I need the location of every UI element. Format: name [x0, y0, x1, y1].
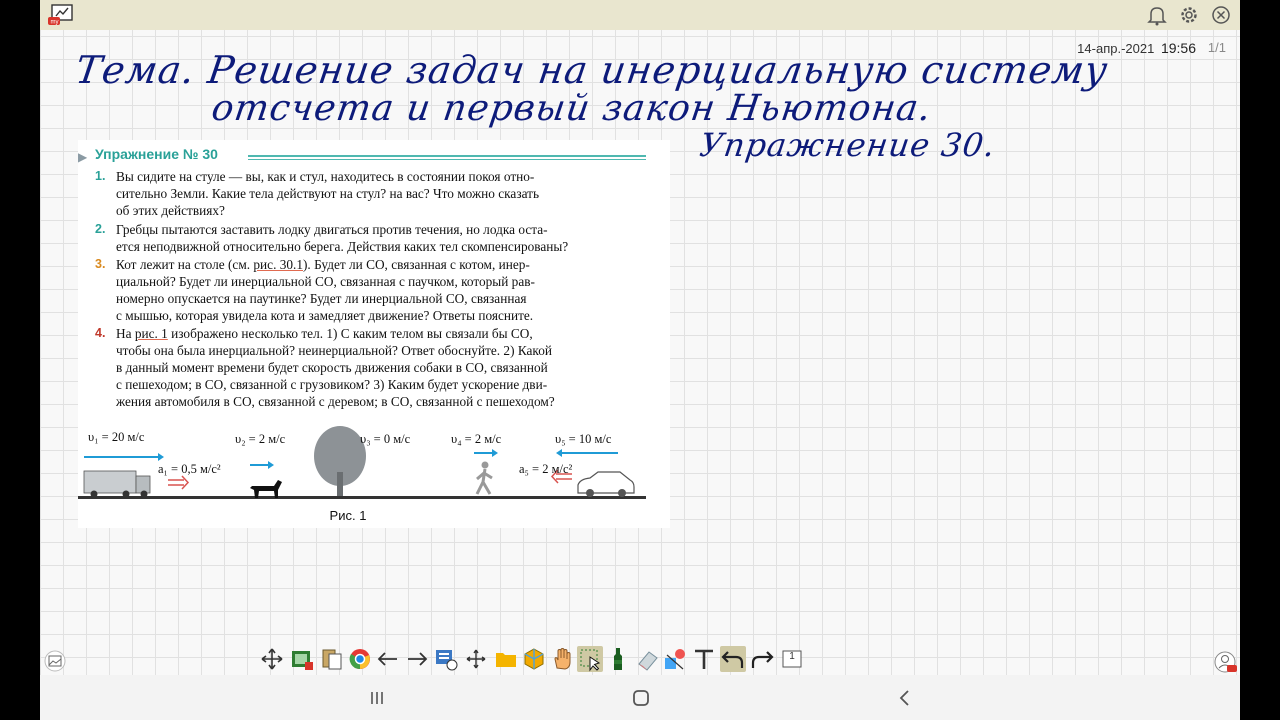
browser-icon[interactable] [347, 646, 373, 672]
svg-text:my: my [51, 20, 59, 26]
exercise-header: ▶ Упражнение № 30 [78, 146, 670, 168]
page-icon[interactable]: 1 [779, 646, 805, 672]
truck-icon [83, 470, 151, 498]
bell-icon[interactable] [1146, 4, 1168, 26]
3d-box-icon[interactable] [521, 646, 547, 672]
figure-link[interactable]: рис. 30.1 [253, 257, 303, 272]
ground-line [78, 496, 646, 499]
marker-icon[interactable] [605, 646, 631, 672]
task-text-fragment: На [116, 326, 135, 341]
dog-icon [250, 480, 282, 498]
handwritten-topic-line1[interactable]: Тема. Решение задач на инерциальную сист… [73, 48, 1111, 92]
v2-arrowhead [268, 461, 274, 469]
task-line: об этих действиях? [116, 203, 225, 218]
task-line: На рис. 1 изображено несколько тел. 1) С… [116, 325, 644, 342]
undo-icon[interactable] [720, 646, 746, 672]
car-icon [577, 471, 635, 497]
redo-icon[interactable] [749, 646, 775, 672]
whiteboard-canvas[interactable]: 14-апр.-2021 19:56 1/1 Тема. Решение зад… [40, 30, 1240, 675]
bottom-toolbar: 1 [259, 645, 830, 675]
task-line: ется неподвижной относительно берега. Де… [116, 239, 569, 254]
task-line: Кот лежит на столе (см. рис. 30.1). Буде… [116, 256, 644, 273]
task-line: жения автомобиля в СО, связанной с дерев… [116, 394, 555, 409]
v4-arrowhead [492, 449, 498, 457]
task-line: Гребцы пытаются заставить лодку двигатьс… [116, 222, 548, 237]
task-line: циальной? Будет ли инерциальной СО, связ… [116, 274, 535, 289]
arrow-right-icon[interactable] [404, 646, 430, 672]
handwritten-exercise[interactable]: Упражнение 30. [697, 126, 998, 164]
home-icon[interactable] [629, 686, 653, 710]
v2-label: υ₂ = 2 м/с [235, 432, 286, 446]
task-number: 4. [95, 326, 106, 340]
clipboard-icon[interactable] [319, 646, 345, 672]
handwritten-topic-line2[interactable]: отсчета и первый закон Ньютона. [209, 88, 934, 129]
textbook-excerpt-image[interactable]: ▶ Упражнение № 30 1. Вы сидите на стуле … [78, 140, 670, 528]
a1-arrow [168, 475, 190, 490]
hand-icon[interactable] [549, 646, 575, 672]
task-line: номерно опускается на паутинке? Будет ли… [116, 291, 527, 306]
page-counter: 1/1 [1207, 40, 1226, 55]
task-number: 1. [95, 169, 106, 183]
v4-label: υ₄ = 2 м/с [451, 432, 502, 446]
move-icon[interactable] [259, 646, 285, 672]
task-line: Вы сидите на стуле — вы, как и стул, нах… [116, 169, 535, 184]
task-line: с мышью, которая увидела кота и замедляе… [116, 308, 534, 323]
image-insert-icon[interactable] [289, 646, 315, 672]
task-text: Вы сидите на стуле — вы, как и стул, нах… [116, 168, 644, 219]
figure-1: υ₁ = 20 м/с a₁ = 0,5 м/с² υ₂ = 2 м/с υ₃ … [78, 420, 670, 528]
pan-icon[interactable] [463, 646, 489, 672]
close-icon[interactable] [1210, 4, 1232, 26]
figure-link[interactable]: рис. 1 [135, 326, 168, 341]
select-icon[interactable] [577, 646, 603, 672]
task-line: в данный момент времени будет скорость д… [116, 360, 548, 375]
task-text-fragment: изображено несколько тел. 1) С каким тел… [167, 326, 533, 341]
arrow-left-icon[interactable] [375, 646, 401, 672]
task-text-fragment: ). Будет ли СО, связанная с котом, инер- [303, 257, 530, 272]
shapes-icon[interactable] [662, 646, 688, 672]
gallery-icon[interactable] [43, 650, 67, 672]
v5-label: υ₅ = 10 м/с [555, 432, 612, 446]
v1-arrowhead [158, 453, 164, 461]
eraser-icon[interactable] [635, 646, 661, 672]
task-line: сительно Земли. Какие тела действуют на … [116, 186, 540, 201]
back-icon[interactable] [893, 686, 917, 710]
task-text: Гребцы пытаются заставить лодку двигатьс… [116, 221, 644, 255]
task-text: Кот лежит на столе (см. рис. 30.1). Буде… [116, 256, 644, 324]
task-line: с пешеходом; в СО, связанной с грузовико… [116, 377, 548, 392]
pedestrian-icon [475, 461, 493, 495]
a1-label: a₁ = 0,5 м/с² [158, 462, 221, 476]
v5-arrowhead [556, 449, 562, 457]
screen: my 14-апр.-2021 19:56 1/1 Тема. Решение … [40, 0, 1240, 720]
a5-label: a₅ = 2 м/с² [519, 462, 573, 476]
task-text: На рис. 1 изображено несколько тел. 1) С… [116, 325, 644, 410]
figure-caption: Рис. 1 [329, 508, 367, 523]
task-number: 2. [95, 222, 106, 236]
exercise-title: Упражнение № 30 [95, 146, 218, 162]
section-marker-icon: ▶ [78, 150, 88, 164]
task-number: 3. [95, 257, 106, 271]
folder-icon[interactable] [493, 646, 519, 672]
screenshot-icon[interactable] [433, 646, 459, 672]
v1-label: υ₁ = 20 м/с [88, 430, 145, 444]
task-line: чтобы она была инерциальной? неинерциаль… [116, 343, 552, 358]
header-rule [248, 155, 646, 160]
time-text: 19:56 [1160, 40, 1196, 56]
system-nav-bar [40, 675, 1240, 720]
v3-label: υ₃ = 0 м/с [360, 432, 411, 446]
task-text-fragment: Кот лежит на столе (см. [116, 257, 254, 272]
recent-apps-icon[interactable] [365, 686, 389, 710]
user-account-icon[interactable] [1213, 650, 1237, 674]
page-number: 1 [789, 651, 795, 662]
whiteboard-app-icon[interactable]: my [48, 4, 73, 26]
gear-icon[interactable] [1178, 4, 1200, 26]
text-icon[interactable] [691, 646, 717, 672]
top-bar: my [40, 0, 1240, 30]
tree-icon [314, 426, 366, 496]
